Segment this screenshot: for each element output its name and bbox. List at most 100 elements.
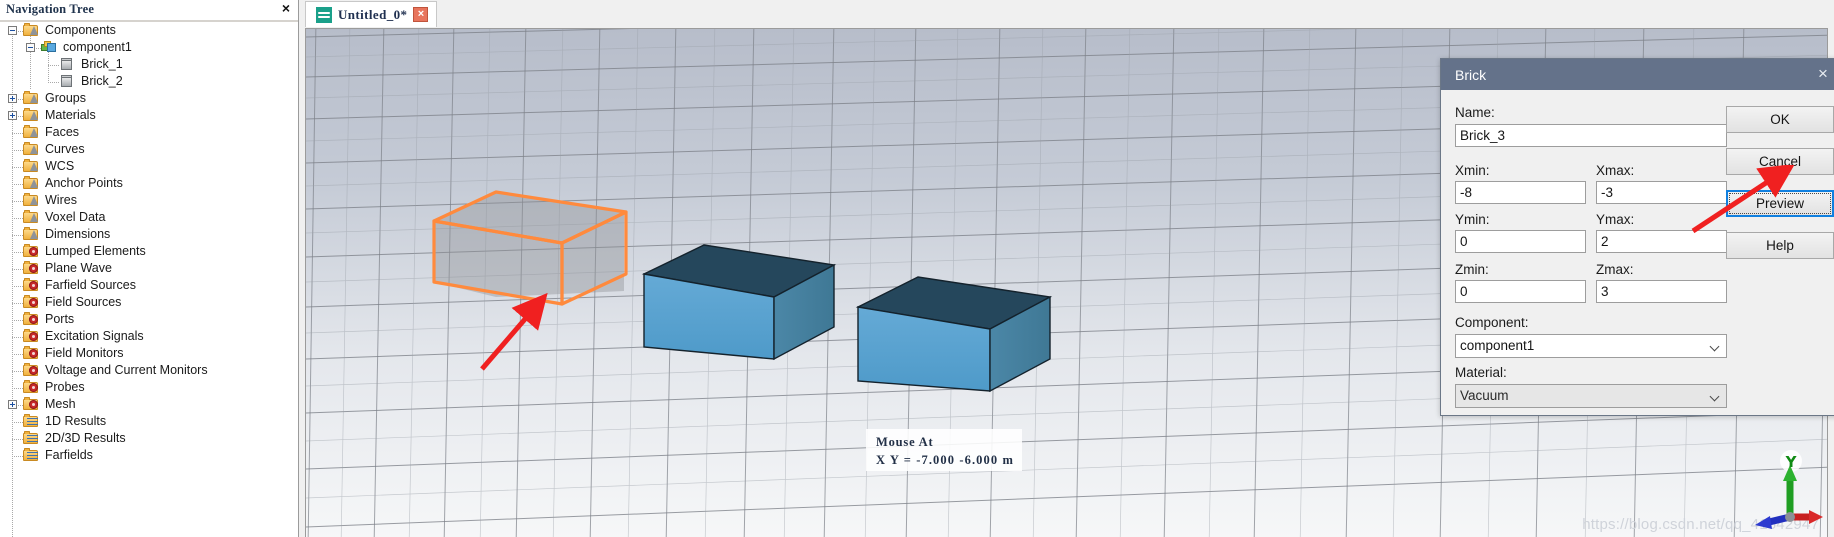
tree-item-label: Voxel Data [45,210,106,224]
tree-item-wcs[interactable]: WCS [0,158,298,175]
folder-gear-icon [23,346,39,360]
component-select[interactable]: component1 [1455,334,1727,358]
ok-button[interactable]: OK [1726,106,1834,133]
tree-item-probes[interactable]: Probes [0,379,298,396]
tree-item-label: Mesh [45,397,76,411]
tree-item-lumped-elements[interactable]: Lumped Elements [0,243,298,260]
tree-connector [48,82,59,83]
tree-item-dimensions[interactable]: Dimensions [0,226,298,243]
tree-item-label: component1 [63,40,132,54]
tree-connector [12,133,23,134]
brick-dialog[interactable]: Brick × Name: Brick_3 Xmin: -8 Xmax: -3 … [1440,58,1834,416]
folder-shape-icon [23,193,39,207]
tree-item-plane-wave[interactable]: Plane Wave [0,260,298,277]
folder-gear-icon [23,261,39,275]
tree-connector [12,320,23,321]
tree-connector [12,218,23,219]
tree-connector [12,167,23,168]
tree-item-brick-1[interactable]: Brick_1 [0,56,298,73]
tree-item-label: Ports [45,312,75,326]
tree-item-components[interactable]: Components [0,22,298,39]
component-select-value: component1 [1460,338,1535,353]
tree-connector [12,371,23,372]
tree-item-ports[interactable]: Ports [0,311,298,328]
tree-item-2d-3d-results[interactable]: 2D/3D Results [0,430,298,447]
ymax-input[interactable]: 2 [1596,230,1727,253]
name-label: Name: [1455,105,1495,120]
material-select[interactable]: Vacuum [1455,384,1727,408]
tree-connector [12,422,23,423]
close-icon[interactable]: × [282,1,290,15]
xmax-input[interactable]: -3 [1596,181,1727,204]
folder-shape-icon [23,125,39,139]
tree-connector [12,354,23,355]
tree-list[interactable]: Components component1 Brick_1 Brick_2 Groups… [0,22,298,537]
folder-shape-icon [23,108,39,122]
name-input[interactable]: Brick_3 [1455,124,1727,147]
folder-gear-icon [23,295,39,309]
folder-shape-icon [23,210,39,224]
tree-item-materials[interactable]: Materials [0,107,298,124]
tree-item-field-monitors[interactable]: Field Monitors [0,345,298,362]
tree-item-voxel-data[interactable]: Voxel Data [0,209,298,226]
material-select-value: Vacuum [1460,388,1509,403]
tree-item-label: Farfield Sources [45,278,137,292]
expand-icon[interactable] [8,400,17,409]
zmin-input[interactable]: 0 [1455,280,1586,303]
material-label: Material: [1455,365,1507,380]
component-cube-icon [41,40,57,54]
mouse-at-title: Mouse At [876,435,934,449]
tree-item-curves[interactable]: Curves [0,141,298,158]
tree-item-mesh[interactable]: Mesh [0,396,298,413]
preview-button[interactable]: Preview [1726,190,1834,217]
tab-untitled-0[interactable]: Untitled_0* × [305,1,438,27]
tree-item-1d-results[interactable]: 1D Results [0,413,298,430]
mouse-at-coords: X Y = -7.000 -6.000 m [876,453,1014,467]
cancel-button[interactable]: Cancel [1726,148,1834,175]
tree-item-field-sources[interactable]: Field Sources [0,294,298,311]
ymin-label: Ymin: [1455,212,1490,227]
folder-shape-icon [23,23,39,37]
axis-label-y: Y [1785,453,1798,471]
tree-item-wires[interactable]: Wires [0,192,298,209]
tree-item-label: Faces [45,125,80,139]
xmin-input[interactable]: -8 [1455,181,1586,204]
tree-item-label: Farfields [45,448,93,462]
expand-icon[interactable] [8,94,17,103]
tree-item-excitation-signals[interactable]: Excitation Signals [0,328,298,345]
folder-shape-icon [23,176,39,190]
tree-item-farfields[interactable]: Farfields [0,447,298,464]
tree-connector [12,439,23,440]
help-button[interactable]: Help [1726,232,1834,259]
tree-connector [12,456,23,457]
ymin-input[interactable]: 0 [1455,230,1586,253]
tree-item-groups[interactable]: Groups [0,90,298,107]
xmin-label: Xmin: [1455,163,1490,178]
brick-cube-icon [59,57,75,71]
tree-connector [12,184,23,185]
folder-gear-icon [23,329,39,343]
navigation-tree-panel: Navigation Tree × Components component1 Br… [0,0,299,537]
tree-item-anchor-points[interactable]: Anchor Points [0,175,298,192]
tree-item-faces[interactable]: Faces [0,124,298,141]
tree-item-voltage-and-current-monitors[interactable]: Voltage and Current Monitors [0,362,298,379]
dialog-body: Name: Brick_3 Xmin: -8 Xmax: -3 Ymin: 0 … [1441,90,1834,415]
expand-icon[interactable] [8,111,17,120]
tab-close-icon[interactable]: × [413,7,429,22]
application-window: Navigation Tree × Components component1 Br… [0,0,1834,537]
folder-gear-icon [23,397,39,411]
navigation-tree-header: Navigation Tree × [0,0,298,22]
dialog-title: Brick [1455,66,1487,83]
folder-shape-icon [23,91,39,105]
collapse-icon[interactable] [26,43,35,52]
tree-item-label: 2D/3D Results [45,431,126,445]
tree-item-component1[interactable]: component1 [0,39,298,56]
tree-item-farfield-sources[interactable]: Farfield Sources [0,277,298,294]
zmax-input[interactable]: 3 [1596,280,1727,303]
tree-item-label: Excitation Signals [45,329,144,343]
axis-triad-widget: Y [1755,450,1823,529]
dialog-close-icon[interactable]: × [1812,64,1834,84]
tree-item-brick-2[interactable]: Brick_2 [0,73,298,90]
zmax-label: Zmax: [1596,262,1634,277]
collapse-icon[interactable] [8,26,17,35]
